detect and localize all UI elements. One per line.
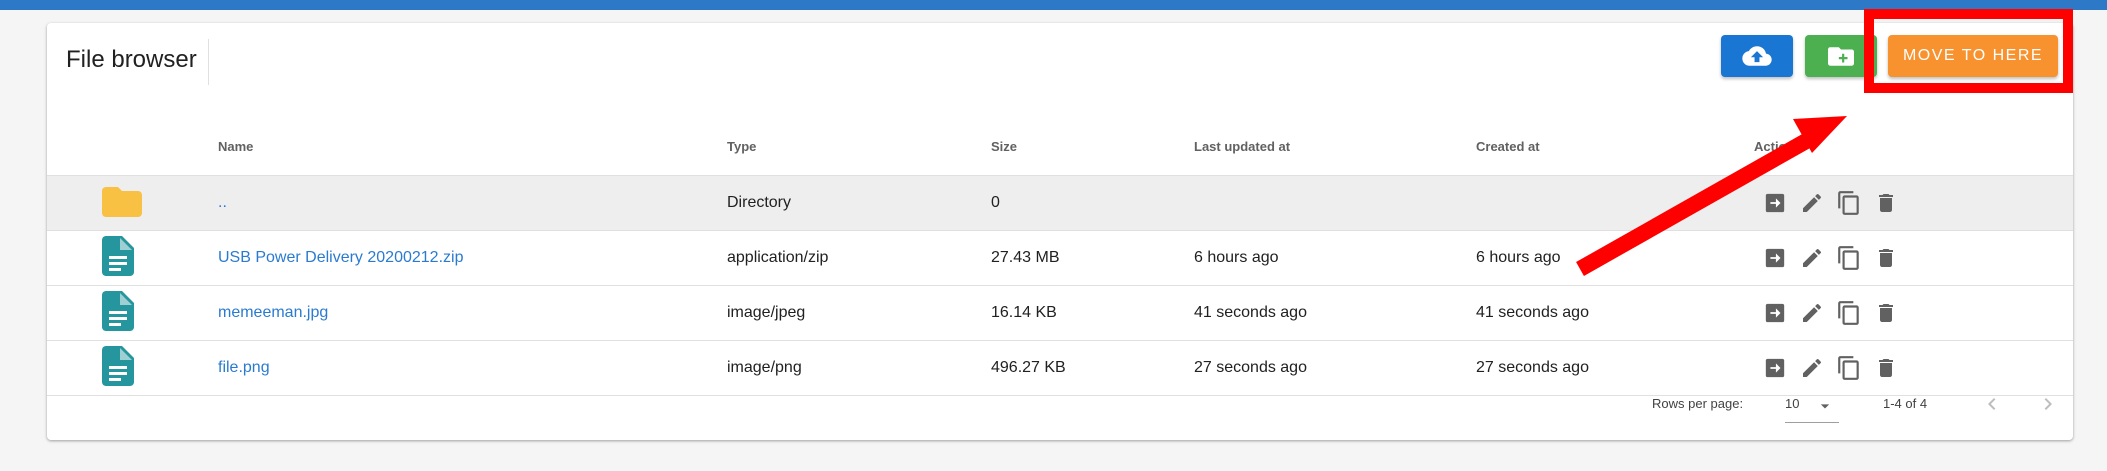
annotation-arrow [1576,116,1847,276]
